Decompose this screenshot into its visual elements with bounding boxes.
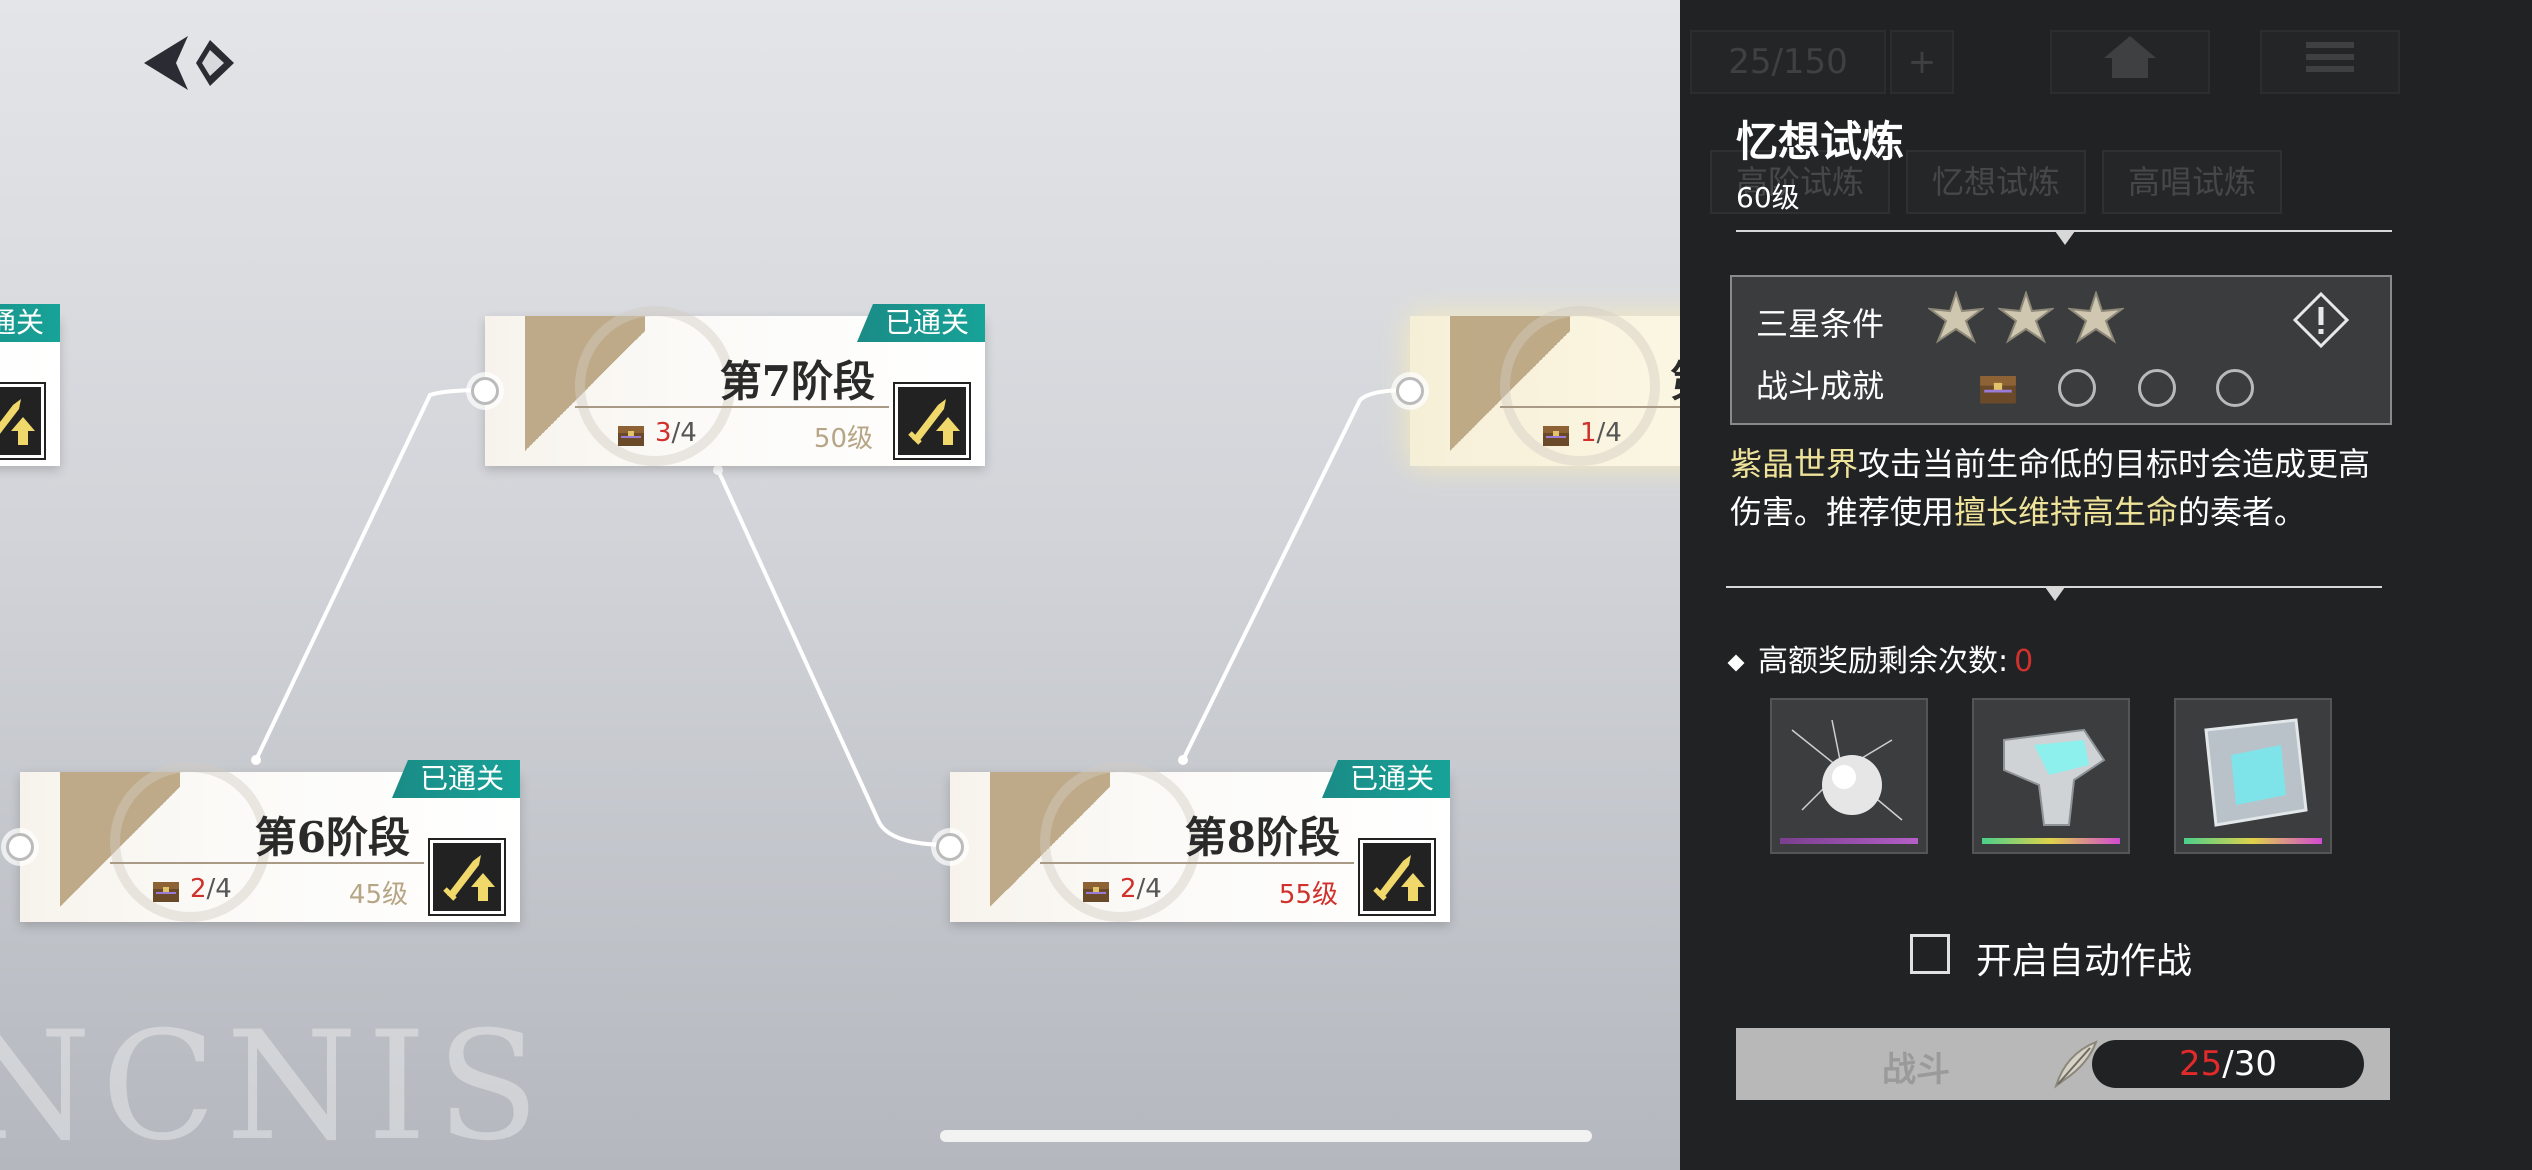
home-indicator[interactable] <box>940 1130 1592 1142</box>
menu-icon <box>2306 42 2354 72</box>
tab-trial-3[interactable]: 高唱试炼 <box>2102 150 2282 214</box>
stage-node <box>936 833 964 861</box>
auto-battle-label: 开启自动作战 <box>1976 941 2193 982</box>
stage-detail-panel: 25/150 + 高阶试炼 忆想试炼 高唱试炼 忆想试炼 60级 三星条件 战斗… <box>1680 0 2532 1170</box>
chest-progress: 2/4 <box>1120 874 1162 904</box>
chest-icon <box>1543 426 1569 446</box>
home-icon <box>2104 36 2156 78</box>
cleared-badge: 已通关 <box>1321 760 1450 798</box>
crystal-cube-icon <box>2204 718 2308 827</box>
rarity-bar <box>2184 838 2322 844</box>
stage-level: 45级 <box>348 880 408 910</box>
chest-progress: 1/4 <box>1580 418 1622 448</box>
chest-icon <box>1083 882 1109 902</box>
battle-button[interactable]: 战斗 25/30 <box>1736 1028 2390 1100</box>
sword-upgrade-icon <box>908 399 960 445</box>
battle-button-label: 战斗 <box>1882 1050 1950 1090</box>
card-divider <box>1500 406 1680 408</box>
crystal-gear-icon <box>2003 728 2106 826</box>
card-divider <box>1040 862 1354 864</box>
menu-button[interactable] <box>2260 30 2400 94</box>
rarity-bar <box>1780 838 1918 844</box>
stage-title: 第7阶段 <box>719 357 875 406</box>
stage-card-7[interactable]: 已通关 第7阶段 3/4 50级 <box>471 304 985 466</box>
stage-level: 55级 <box>1278 880 1338 910</box>
stage-node <box>6 833 34 861</box>
sword-level-up-button[interactable] <box>428 838 506 916</box>
home-button[interactable] <box>2050 30 2210 94</box>
stage-title: 第9 <box>1670 348 1680 409</box>
stage-map: NCNIS 已通关 <box>0 0 1680 1170</box>
info-alert-icon[interactable] <box>2292 291 2350 349</box>
reward-item-crystal-gear[interactable] <box>1972 698 2130 854</box>
stage-title: 第8阶段 <box>1184 813 1340 862</box>
panel-title: 忆想试炼 <box>1736 117 1905 166</box>
panel-level: 60级 <box>1736 181 1800 214</box>
reward-item-crystal-cube[interactable] <box>2174 698 2332 854</box>
stage-card-6[interactable]: 已通关 第6阶段 2/4 45级 <box>6 760 520 922</box>
card-divider <box>110 862 424 864</box>
cleared-badge: 已通关 <box>856 304 985 342</box>
auto-battle-checkbox[interactable] <box>1910 934 1950 974</box>
sword-upgrade-icon <box>0 399 35 445</box>
bonus-remaining: 高额奖励剩余次数: 0 <box>1727 636 2033 680</box>
stage-card-9[interactable]: 第9 1/4 <box>1396 306 1680 466</box>
stamina-cost: 25/30 <box>2092 1040 2364 1088</box>
chest-progress: 2/4 <box>190 874 232 904</box>
chest-icon <box>1980 376 2016 404</box>
tab-trial-2[interactable]: 忆想试炼 <box>1906 150 2086 214</box>
star-icon <box>1928 291 1984 344</box>
stage-description: 紫晶世界攻击当前生命低的目标时会造成更高伤害。推荐使用擅长维持高生命的奏者。 <box>1730 445 2371 531</box>
stage-node <box>471 377 499 405</box>
add-stamina-button[interactable]: + <box>1890 30 1954 94</box>
achievement-slot-icon <box>2138 369 2176 407</box>
stage-card-8[interactable]: 已通关 第8阶段 2/4 55级 <box>936 760 1450 922</box>
sword-level-up-button[interactable] <box>893 382 971 460</box>
achievement-slot-icon <box>2216 369 2254 407</box>
stage-card-partial-left[interactable]: 已通关 <box>0 304 60 466</box>
sword-upgrade-icon <box>443 855 495 901</box>
sword-level-up-button[interactable] <box>1358 838 1436 916</box>
cleared-badge: 已通关 <box>391 760 520 798</box>
constellation-orb-icon <box>1791 719 1903 821</box>
divider-notch <box>2045 587 2065 601</box>
stamina-display: 25/150 <box>1690 30 1886 94</box>
chest-icon <box>618 426 644 446</box>
three-star-label: 三星条件 <box>1756 305 1885 343</box>
stage-title: 第6阶段 <box>254 813 410 862</box>
star-icon <box>1998 291 2054 344</box>
rarity-bar <box>1982 838 2120 844</box>
reward-item-orb[interactable] <box>1770 698 1928 854</box>
conditions-box: 三星条件 战斗成就 <box>1730 275 2392 425</box>
stage-node <box>1396 377 1424 405</box>
chest-icon <box>153 882 179 902</box>
star-icon <box>2068 291 2124 344</box>
stage-level: 50级 <box>813 424 873 454</box>
achievement-slot-icon <box>2058 369 2096 407</box>
top-bar-background: 25/150 + <box>1690 30 2450 94</box>
achievement-label: 战斗成就 <box>1756 367 1885 405</box>
card-divider <box>575 406 889 408</box>
chest-progress: 3/4 <box>655 418 697 448</box>
cleared-badge: 已通关 <box>0 304 60 342</box>
sword-level-up-button[interactable] <box>0 382 46 460</box>
stage-path-lines <box>251 388 1409 847</box>
sword-upgrade-icon <box>1373 855 1425 901</box>
divider-notch <box>2055 231 2075 245</box>
